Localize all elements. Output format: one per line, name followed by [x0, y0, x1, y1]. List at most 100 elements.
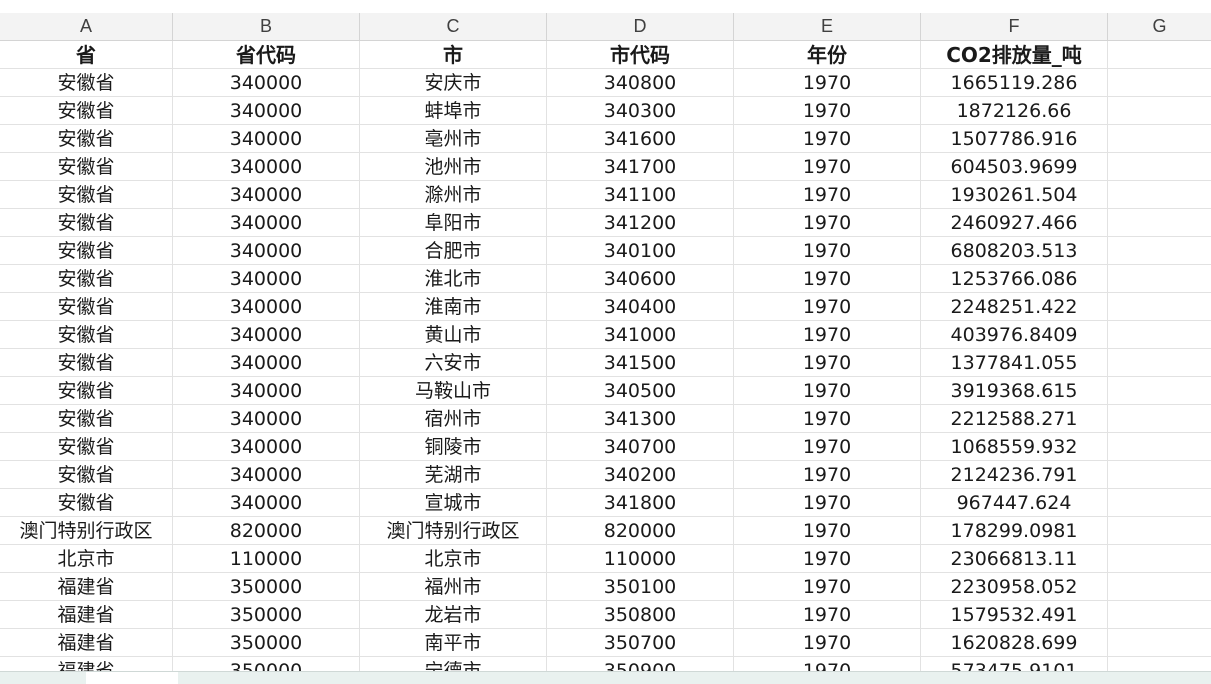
cell-co2-emissions[interactable]: 1377841.055	[921, 349, 1108, 377]
cell-city-code[interactable]: 341000	[547, 321, 734, 349]
cell-city-code[interactable]: 341700	[547, 153, 734, 181]
cell-year[interactable]: 1970	[734, 433, 921, 461]
cell-co2-emissions[interactable]: 403976.8409	[921, 321, 1108, 349]
cell-city[interactable]: 安庆市	[360, 69, 547, 97]
cell-year[interactable]: 1970	[734, 293, 921, 321]
cell-city-code[interactable]: 350100	[547, 573, 734, 601]
cell-empty[interactable]	[1108, 461, 1211, 489]
cell-province-code[interactable]: 340000	[173, 97, 360, 125]
header-cell-province-code[interactable]: 省代码	[173, 41, 360, 69]
cell-province-code[interactable]: 340000	[173, 377, 360, 405]
cell-year[interactable]: 1970	[734, 209, 921, 237]
cell-empty[interactable]	[1108, 573, 1211, 601]
cell-empty[interactable]	[1108, 97, 1211, 125]
cell-co2-emissions[interactable]: 967447.624	[921, 489, 1108, 517]
cell-year[interactable]: 1970	[734, 573, 921, 601]
header-cell-empty[interactable]	[1108, 41, 1211, 69]
cell-city[interactable]: 阜阳市	[360, 209, 547, 237]
cell-city[interactable]: 铜陵市	[360, 433, 547, 461]
cell-co2-emissions[interactable]: 604503.9699	[921, 153, 1108, 181]
cell-year[interactable]: 1970	[734, 377, 921, 405]
cell-year[interactable]: 1970	[734, 545, 921, 573]
cell-empty[interactable]	[1108, 377, 1211, 405]
cell-co2-emissions[interactable]: 23066813.11	[921, 545, 1108, 573]
cell-city-code[interactable]: 341300	[547, 405, 734, 433]
cell-province-code[interactable]: 340000	[173, 237, 360, 265]
cell-province-code[interactable]: 340000	[173, 209, 360, 237]
cell-province[interactable]: 安徽省	[0, 97, 173, 125]
cell-city-code[interactable]: 341800	[547, 489, 734, 517]
cell-empty[interactable]	[1108, 293, 1211, 321]
cell-province-code[interactable]: 350000	[173, 573, 360, 601]
cell-city-code[interactable]: 340800	[547, 69, 734, 97]
cell-year[interactable]: 1970	[734, 461, 921, 489]
cell-province[interactable]: 安徽省	[0, 209, 173, 237]
cell-year[interactable]: 1970	[734, 237, 921, 265]
cell-year[interactable]: 1970	[734, 125, 921, 153]
cell-province[interactable]: 安徽省	[0, 237, 173, 265]
cell-province[interactable]: 安徽省	[0, 433, 173, 461]
cell-city-code[interactable]: 340300	[547, 97, 734, 125]
cell-empty[interactable]	[1108, 153, 1211, 181]
cell-co2-emissions[interactable]: 1620828.699	[921, 629, 1108, 657]
cell-province-code[interactable]: 820000	[173, 517, 360, 545]
cell-province[interactable]: 安徽省	[0, 321, 173, 349]
cell-city[interactable]: 宣城市	[360, 489, 547, 517]
cell-year[interactable]: 1970	[734, 153, 921, 181]
cell-province[interactable]: 澳门特别行政区	[0, 517, 173, 545]
cell-co2-emissions[interactable]: 3919368.615	[921, 377, 1108, 405]
cell-city[interactable]: 龙岩市	[360, 601, 547, 629]
cell-province-code[interactable]: 340000	[173, 489, 360, 517]
cell-province-code[interactable]: 350000	[173, 601, 360, 629]
cell-empty[interactable]	[1108, 209, 1211, 237]
cell-empty[interactable]	[1108, 181, 1211, 209]
cell-province[interactable]: 安徽省	[0, 293, 173, 321]
cell-province-code[interactable]: 340000	[173, 349, 360, 377]
cell-province-code[interactable]: 340000	[173, 181, 360, 209]
cell-co2-emissions[interactable]: 2124236.791	[921, 461, 1108, 489]
cell-year[interactable]: 1970	[734, 349, 921, 377]
cell-province[interactable]: 北京市	[0, 545, 173, 573]
cell-city[interactable]: 蚌埠市	[360, 97, 547, 125]
cell-co2-emissions[interactable]: 2460927.466	[921, 209, 1108, 237]
cell-province-code[interactable]: 340000	[173, 461, 360, 489]
cell-city-code[interactable]: 341100	[547, 181, 734, 209]
cell-year[interactable]: 1970	[734, 321, 921, 349]
cell-city-code[interactable]: 341500	[547, 349, 734, 377]
cell-province[interactable]: 安徽省	[0, 181, 173, 209]
cell-city[interactable]: 福州市	[360, 573, 547, 601]
column-header-a[interactable]: A	[0, 13, 173, 40]
cell-city-code[interactable]: 340600	[547, 265, 734, 293]
cell-co2-emissions[interactable]: 1665119.286	[921, 69, 1108, 97]
cell-city-code[interactable]: 341600	[547, 125, 734, 153]
cell-province[interactable]: 安徽省	[0, 489, 173, 517]
cell-province[interactable]: 福建省	[0, 601, 173, 629]
cell-year[interactable]: 1970	[734, 69, 921, 97]
cell-province-code[interactable]: 340000	[173, 153, 360, 181]
cell-empty[interactable]	[1108, 237, 1211, 265]
cell-province[interactable]: 福建省	[0, 573, 173, 601]
cell-co2-emissions[interactable]: 1253766.086	[921, 265, 1108, 293]
cell-co2-emissions[interactable]: 2230958.052	[921, 573, 1108, 601]
cell-province-code[interactable]: 110000	[173, 545, 360, 573]
cell-province[interactable]: 安徽省	[0, 125, 173, 153]
cell-co2-emissions[interactable]: 2212588.271	[921, 405, 1108, 433]
header-cell-province[interactable]: 省	[0, 41, 173, 69]
cell-co2-emissions[interactable]: 2248251.422	[921, 293, 1108, 321]
cell-city[interactable]: 淮北市	[360, 265, 547, 293]
cell-co2-emissions[interactable]: 6808203.513	[921, 237, 1108, 265]
header-cell-co2-emissions[interactable]: CO2排放量_吨	[921, 41, 1108, 69]
cell-empty[interactable]	[1108, 265, 1211, 293]
column-header-d[interactable]: D	[547, 13, 734, 40]
cell-year[interactable]: 1970	[734, 517, 921, 545]
cell-empty[interactable]	[1108, 629, 1211, 657]
header-cell-year[interactable]: 年份	[734, 41, 921, 69]
cell-empty[interactable]	[1108, 405, 1211, 433]
cell-province-code[interactable]: 340000	[173, 293, 360, 321]
cell-province-code[interactable]: 340000	[173, 321, 360, 349]
cell-province-code[interactable]: 350000	[173, 629, 360, 657]
cell-city[interactable]: 黄山市	[360, 321, 547, 349]
cell-province[interactable]: 安徽省	[0, 153, 173, 181]
cell-province[interactable]: 安徽省	[0, 461, 173, 489]
cell-province[interactable]: 福建省	[0, 629, 173, 657]
